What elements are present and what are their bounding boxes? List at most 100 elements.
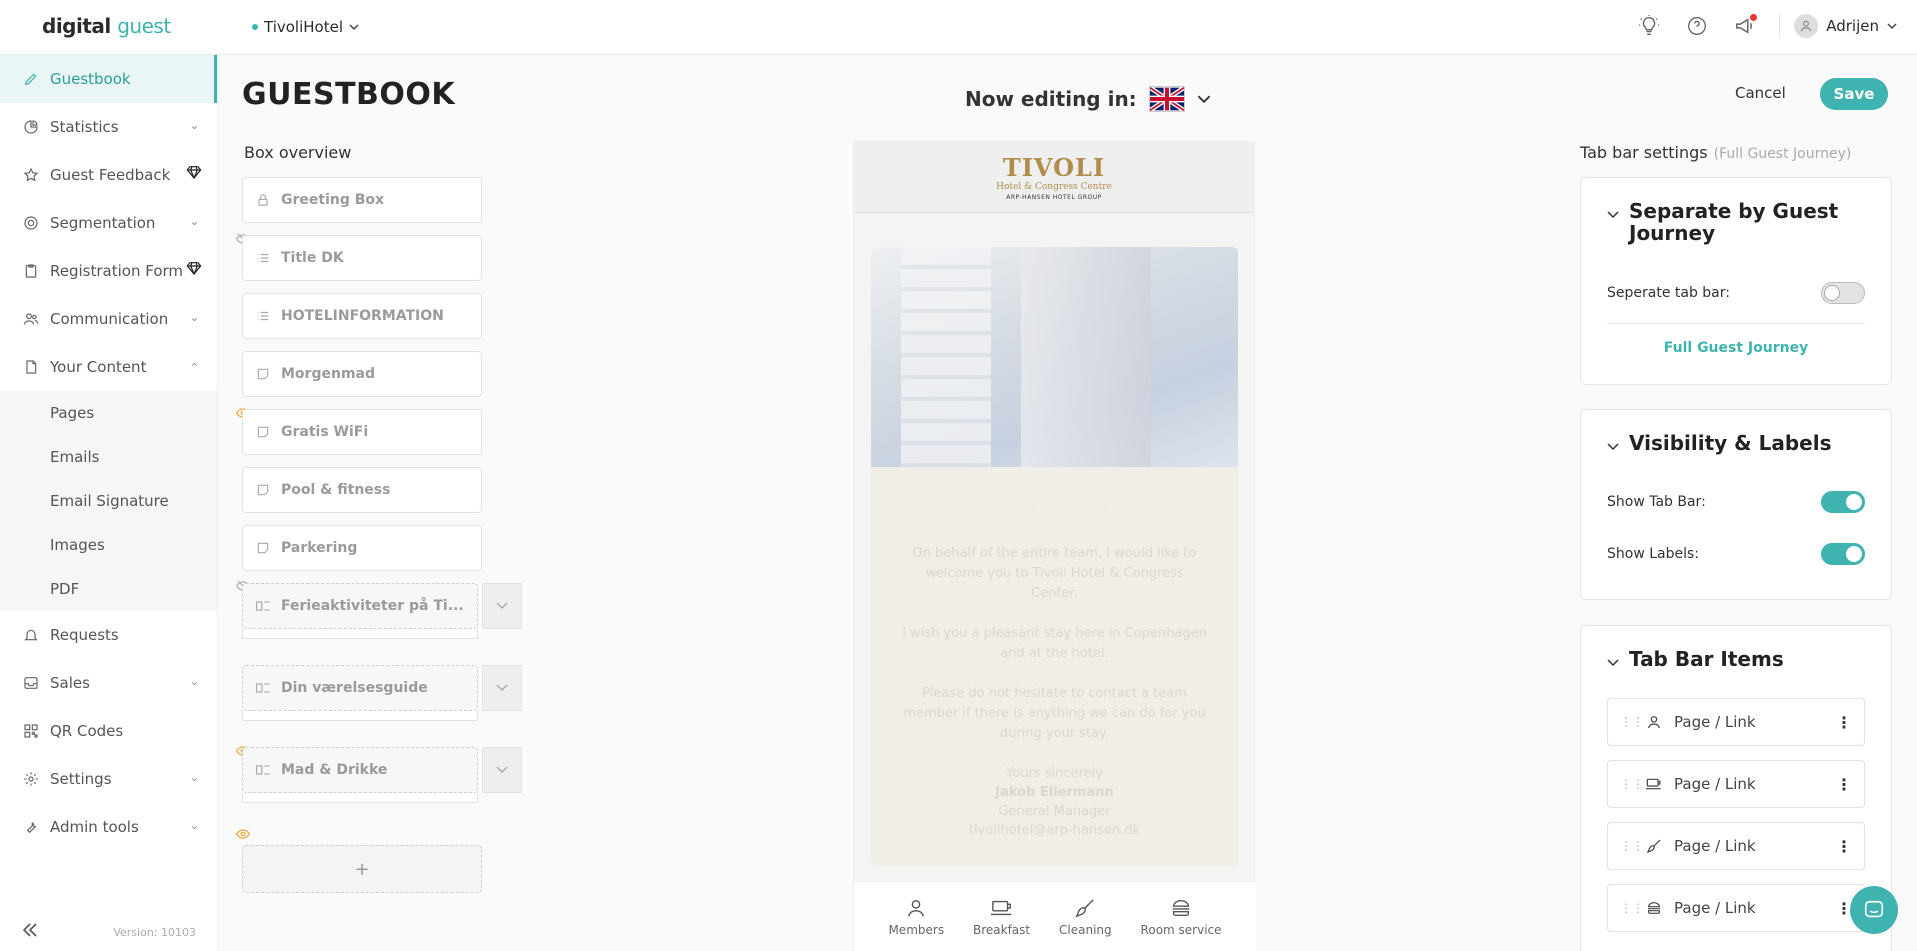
drag-handle-icon[interactable]: ⋮⋮	[1620, 777, 1644, 791]
tab-breakfast[interactable]: Breakfast	[973, 897, 1030, 937]
panel-title: Visibility & Labels	[1629, 431, 1832, 455]
lightbulb-icon[interactable]	[1635, 12, 1663, 40]
box-group[interactable]: Ferieaktiviteter på Ti...	[242, 583, 478, 629]
group-icon	[255, 762, 271, 778]
announcement-icon[interactable]	[1731, 12, 1759, 40]
box-item[interactable]: Title DK	[242, 235, 482, 281]
box-item[interactable]: Parkering	[242, 525, 482, 571]
sidebar-item-label: Sales	[50, 674, 90, 692]
box-label: Ferieaktiviteter på Ti...	[281, 598, 464, 614]
sidebar-item-settings[interactable]: Settings ⌄	[0, 755, 217, 803]
show-labels-label: Show Labels:	[1607, 546, 1700, 562]
sidebar-item-your-content[interactable]: Your Content ⌃	[0, 343, 217, 391]
sidebar-item-communication[interactable]: Communication ⌄	[0, 295, 217, 343]
sidebar-item-requests[interactable]: Requests	[0, 611, 217, 659]
show-labels-toggle[interactable]	[1821, 543, 1865, 565]
chevron-down-icon	[1607, 656, 1619, 670]
app-logo[interactable]: digital guest	[42, 14, 171, 38]
sidebar-item-guestbook[interactable]: Guestbook	[0, 55, 217, 103]
tab-bar-item[interactable]: ⋮⋮ Page / Link ⋮	[1607, 760, 1865, 808]
tab-bar-item[interactable]: ⋮⋮ Page / Link ⋮	[1607, 822, 1865, 870]
greeting-card[interactable]: Welcome! On behalf of the entire team, I…	[871, 247, 1238, 867]
more-icon[interactable]: ⋮	[1836, 837, 1852, 856]
sidebar-item-guest-feedback[interactable]: Guest Feedback	[0, 151, 217, 199]
box-item[interactable]: Greeting Box	[242, 177, 482, 223]
sidebar-item-label: Requests	[50, 626, 119, 644]
sidebar-item-label: Registration Form	[50, 262, 184, 280]
sidebar-item-admin-tools[interactable]: Admin tools ⌄	[0, 803, 217, 851]
list-icon	[255, 250, 271, 266]
panel-header[interactable]: Separate by Guest Journey	[1607, 200, 1867, 244]
user-menu[interactable]: Adrijen	[1779, 14, 1897, 38]
visibility-labels-panel: Visibility & Labels Show Tab Bar: Show L…	[1580, 409, 1892, 600]
hotel-selector[interactable]: TivoliHotel	[252, 18, 359, 36]
collapse-sidebar-icon[interactable]	[22, 923, 38, 941]
expand-group-button[interactable]	[482, 583, 522, 629]
burger-icon	[1172, 899, 1190, 916]
sidebar-item-statistics[interactable]: Statistics ⌄	[0, 103, 217, 151]
welcome-text: On behalf of the entire team, I would li…	[902, 546, 1207, 741]
welcome-heading: Welcome!	[988, 495, 1121, 524]
sidebar-item-pdf[interactable]: PDF	[0, 567, 217, 611]
full-guest-journey-link[interactable]: Full Guest Journey	[1581, 340, 1891, 356]
expand-group-button[interactable]	[482, 665, 522, 711]
box-group[interactable]: Din værelsesguide	[242, 665, 478, 711]
sidebar-item-label: Statistics	[50, 118, 119, 136]
chat-icon	[1864, 900, 1884, 918]
sidebar-item-sales[interactable]: Sales ⌄	[0, 659, 217, 707]
sidebar-item-registration-form[interactable]: Registration Form	[0, 247, 217, 295]
chevron-down-icon: ⌄	[189, 675, 199, 688]
more-icon[interactable]: ⋮	[1836, 713, 1852, 732]
brand-name: TIVOLI	[1002, 152, 1106, 182]
box-group[interactable]: Mad & Drikke	[242, 747, 478, 793]
help-icon[interactable]	[1683, 12, 1711, 40]
show-labels-row: Show Labels:	[1607, 543, 1865, 565]
tab-cleaning[interactable]: Cleaning	[1059, 897, 1112, 937]
separate-journey-panel: Separate by Guest Journey Seperate tab b…	[1580, 177, 1892, 385]
tab-bar-item[interactable]: ⋮⋮ Page / Link ⋮	[1607, 884, 1865, 932]
sidebar-item-qr-codes[interactable]: QR Codes	[0, 707, 217, 755]
panel-title: Separate by Guest Journey	[1629, 199, 1839, 245]
box-item[interactable]: HOTELINFORMATION	[242, 293, 482, 339]
show-tab-bar-toggle[interactable]	[1821, 491, 1865, 513]
chevron-down-icon	[1887, 23, 1897, 30]
tab-room-service[interactable]: Room service	[1141, 897, 1222, 937]
separate-tab-bar-toggle[interactable]	[1821, 282, 1865, 304]
more-icon[interactable]: ⋮	[1836, 775, 1852, 794]
version-label: Version: 10103	[113, 925, 196, 939]
drag-handle-icon[interactable]: ⋮⋮	[1620, 715, 1644, 729]
chevron-up-icon: ⌃	[189, 361, 199, 374]
sidebar-item-segmentation[interactable]: Segmentation ⌄	[0, 199, 217, 247]
group-footer	[242, 629, 478, 639]
sidebar-item-emails[interactable]: Emails	[0, 435, 217, 479]
sidebar-item-label: Segmentation	[50, 214, 156, 232]
box-item[interactable]: Gratis WiFi	[242, 409, 482, 455]
brush-icon	[1075, 898, 1095, 917]
panel-header[interactable]: Visibility & Labels	[1607, 432, 1831, 454]
cancel-button[interactable]: Cancel	[1735, 84, 1786, 102]
drag-handle-icon[interactable]: ⋮⋮	[1620, 839, 1644, 853]
expand-group-button[interactable]	[482, 747, 522, 793]
save-button[interactable]: Save	[1820, 78, 1888, 110]
sidebar-item-pages[interactable]: Pages	[0, 391, 217, 435]
coffee-icon	[1644, 774, 1664, 794]
tab-bar-item[interactable]: ⋮⋮ Page / Link ⋮	[1607, 698, 1865, 746]
tab-members[interactable]: Members	[888, 897, 944, 937]
box-item[interactable]: Pool & fitness	[242, 467, 482, 513]
sidebar-item-label: Guest Feedback	[50, 166, 171, 184]
panel-header[interactable]: Tab Bar Items	[1607, 648, 1784, 670]
sidebar-item-email-signature[interactable]: Email Signature	[0, 479, 217, 523]
sidebar-item-images[interactable]: Images	[0, 523, 217, 567]
box-item[interactable]: Morgenmad	[242, 351, 482, 397]
chat-support-button[interactable]	[1850, 886, 1898, 934]
top-bar: digital guest TivoliHotel Adrijen	[0, 0, 1917, 55]
drag-handle-icon[interactable]: ⋮⋮	[1620, 901, 1644, 915]
language-selector[interactable]: Now editing in:	[965, 86, 1211, 112]
document-icon	[22, 358, 40, 376]
uk-flag-icon	[1148, 86, 1185, 112]
add-box-button[interactable]: +	[242, 845, 482, 893]
eye-icon[interactable]	[235, 828, 251, 840]
group-footer	[242, 711, 478, 721]
sidebar-item-label: Communication	[50, 310, 169, 328]
brand-subtitle: Hotel & Congress Centre	[996, 181, 1112, 192]
